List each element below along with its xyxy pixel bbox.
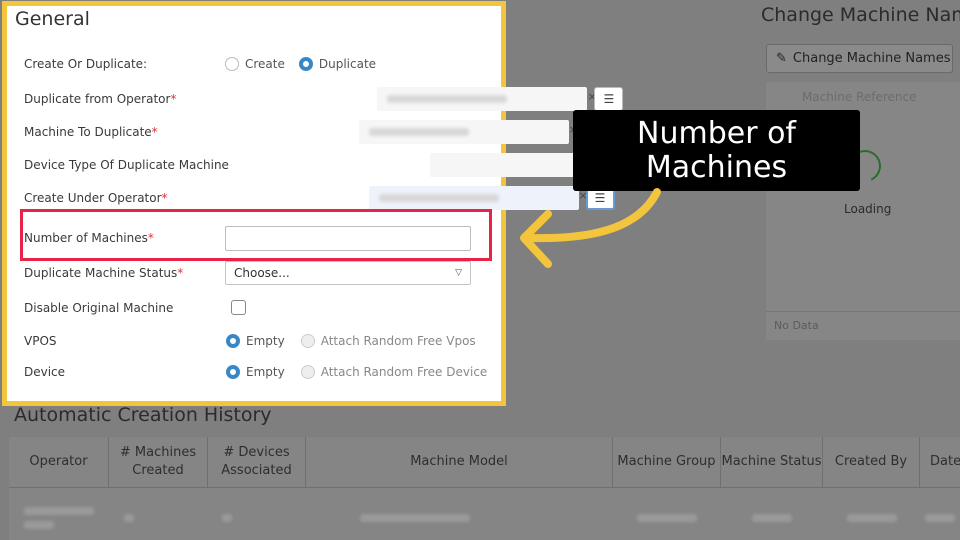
- curved-arrow-icon: [520, 188, 661, 268]
